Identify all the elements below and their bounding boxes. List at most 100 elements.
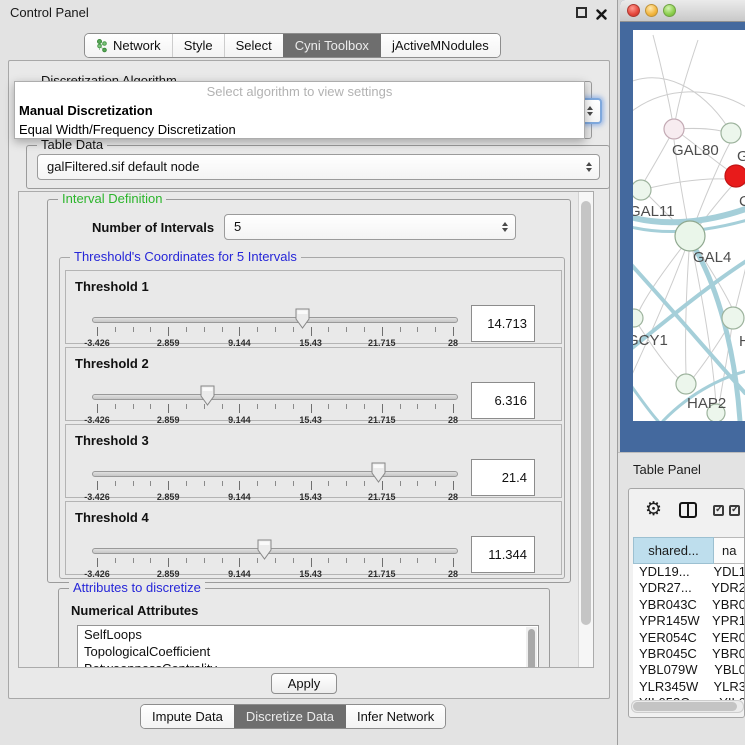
close-icon[interactable] <box>596 7 607 18</box>
threshold-value-input[interactable]: 14.713 <box>471 305 535 342</box>
number-of-intervals-combobox[interactable]: 5 <box>224 214 516 240</box>
chevron-up-down-icon <box>502 222 508 232</box>
tab-infer-network[interactable]: Infer Network <box>345 705 445 728</box>
table-cell: YBL0 <box>708 662 745 678</box>
slider-tick <box>204 558 205 563</box>
table-cell: YLR3 <box>707 679 745 695</box>
slider-tick <box>222 327 223 332</box>
attributes-list-items: SelfLoopsTopologicalCoefficientBetweenne… <box>78 626 538 668</box>
network-node <box>676 374 696 394</box>
slider-tick <box>97 327 98 336</box>
threshold-row: Threshold 2-3.4262.8599.14415.4321.71528… <box>65 347 562 421</box>
list-scrollbar[interactable] <box>526 627 537 668</box>
slider-tick <box>435 404 436 409</box>
minimize-button[interactable] <box>645 4 658 17</box>
threshold-slider[interactable]: -3.4262.8599.14415.4321.71528 <box>92 311 458 351</box>
slider-tick <box>453 558 454 567</box>
slider-track[interactable] <box>92 394 458 400</box>
table-row[interactable]: YBR043CYBR0 <box>633 597 745 613</box>
slider-tick <box>311 558 312 567</box>
slider-tick <box>275 404 276 409</box>
list-item[interactable]: TopologicalCoefficient <box>78 643 538 660</box>
gear-icon[interactable]: ⚙ <box>645 498 662 520</box>
group-title: Attributes to discretize <box>69 581 205 595</box>
table-header-cell[interactable]: na <box>714 537 745 564</box>
slider-scale-label: 9.144 <box>228 569 251 579</box>
threshold-slider[interactable]: -3.4262.8599.14415.4321.71528 <box>92 542 458 582</box>
slider-track[interactable] <box>92 471 458 477</box>
threshold-label: Threshold 4 <box>75 510 149 525</box>
slider-tick <box>364 558 365 563</box>
table-row[interactable]: YDL19...YDL1 <box>633 564 745 580</box>
network-node <box>664 119 684 139</box>
slider-tick <box>168 481 169 490</box>
table-data-combobox[interactable]: galFiltered.sif default node <box>37 154 600 180</box>
list-item[interactable]: SelfLoops <box>78 626 538 643</box>
threshold-slider[interactable]: -3.4262.8599.14415.4321.71528 <box>92 465 458 505</box>
table-row[interactable]: YBR045CYBR0 <box>633 646 745 662</box>
threshold-value-input[interactable]: 21.4 <box>471 459 535 496</box>
thresholds-group: Threshold's Coordinates for 5 Intervals … <box>59 257 565 579</box>
slider-tick <box>311 404 312 413</box>
apply-button[interactable]: Apply <box>271 673 337 694</box>
columns-icon[interactable] <box>679 502 697 518</box>
dropdown-option[interactable]: Manual Discretization <box>15 101 584 120</box>
number-of-intervals-label: Number of Intervals <box>92 220 214 235</box>
node-label: GAL11 <box>633 203 675 220</box>
settings-scrollbar[interactable] <box>578 192 593 667</box>
network-node <box>721 123 741 143</box>
tab-label: Select <box>236 38 272 53</box>
tab-impute-data[interactable]: Impute Data <box>141 705 234 728</box>
slider-tick <box>186 481 187 486</box>
horizontal-scrollbar[interactable] <box>631 700 744 713</box>
table-rows: YDL19...YDL1YDR27...YDR2YBR043CYBR0YPR14… <box>633 564 745 700</box>
list-item[interactable]: BetweennessCentrality <box>78 660 538 668</box>
screen: Control Panel NetworkStyleSelectCyni Too… <box>0 0 745 745</box>
slider-thumb[interactable] <box>257 539 272 560</box>
table-row[interactable]: YBL079WYBL0 <box>633 662 745 678</box>
table-row[interactable]: YER054CYER0 <box>633 630 745 646</box>
slider-track[interactable] <box>92 317 458 323</box>
threshold-value-input[interactable]: 6.316 <box>471 382 535 419</box>
slider-tick <box>115 404 116 409</box>
network-canvas[interactable]: GAL80 GA C GAL11 GAL4 GCY1 H HAP2 <box>633 30 745 421</box>
slider-tick <box>382 558 383 567</box>
interval-definition-group: Interval Definition Number of Intervals … <box>47 199 571 583</box>
group-title: Interval Definition <box>58 192 166 206</box>
slider-tick <box>346 327 347 332</box>
zoom-button[interactable] <box>663 4 676 17</box>
slider-tick <box>346 404 347 409</box>
tab-select[interactable]: Select <box>224 34 283 57</box>
tab-style[interactable]: Style <box>172 34 224 57</box>
tab-cyni-toolbox[interactable]: Cyni Toolbox <box>283 34 380 57</box>
slider-tick <box>115 558 116 563</box>
threshold-value-input[interactable]: 11.344 <box>471 536 535 573</box>
table-row[interactable]: YLR345WYLR3 <box>633 679 745 695</box>
slider-thumb[interactable] <box>295 308 310 329</box>
slider-thumb[interactable] <box>200 385 215 406</box>
slider-track[interactable] <box>92 548 458 554</box>
slider-thumb[interactable] <box>371 462 386 483</box>
dropdown-option[interactable]: Equal Width/Frequency Discretization <box>15 120 584 139</box>
close-button[interactable] <box>627 4 640 17</box>
table-header-cell[interactable]: shared... <box>633 537 714 564</box>
slider-tick <box>168 327 169 336</box>
slider-tick <box>435 327 436 332</box>
slider-tick <box>115 481 116 486</box>
table-row[interactable]: YPR145WYPR1 <box>633 613 745 629</box>
checkbox-icon[interactable] <box>713 505 724 516</box>
slider-tick <box>115 327 116 332</box>
tab-network[interactable]: Network <box>85 34 172 57</box>
table-cell: YER0 <box>706 630 745 646</box>
slider-tick <box>257 481 258 486</box>
float-icon[interactable] <box>576 7 587 18</box>
tab-label: Cyni Toolbox <box>295 38 369 53</box>
tab-discretize-data[interactable]: Discretize Data <box>234 705 345 728</box>
checkbox-icon[interactable] <box>729 505 740 516</box>
tab-jactivemnodules[interactable]: jActiveMNodules <box>380 34 500 57</box>
attributes-list[interactable]: SelfLoopsTopologicalCoefficientBetweenne… <box>77 625 539 668</box>
slider-tick <box>168 404 169 413</box>
table-row[interactable]: YDR27...YDR2 <box>633 580 745 596</box>
slider-tick <box>435 481 436 486</box>
threshold-slider[interactable]: -3.4262.8599.14415.4321.71528 <box>92 388 458 428</box>
